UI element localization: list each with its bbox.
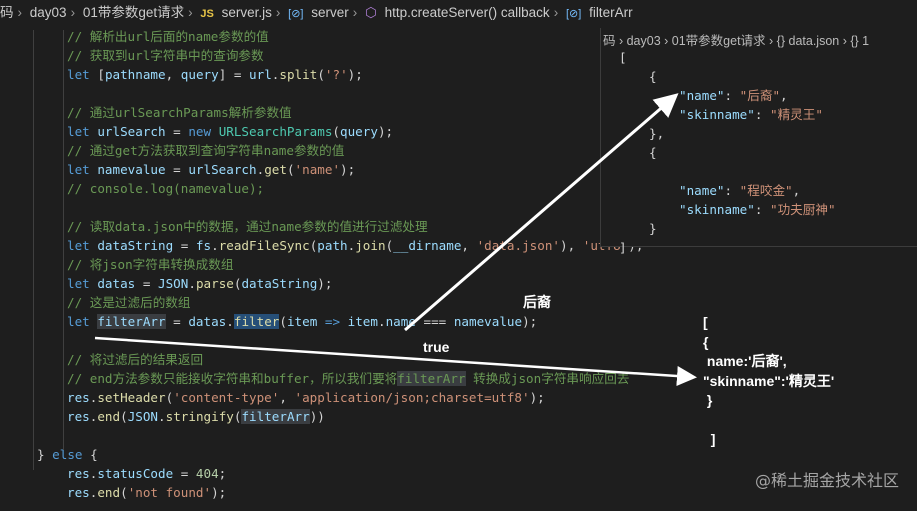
result-line: [: [703, 314, 708, 330]
arrow-to-result: [94, 336, 697, 387]
result-line: name:'后裔',: [703, 353, 787, 369]
result-line: }: [703, 392, 713, 408]
annotation-name-value: 后裔: [523, 294, 551, 310]
result-line: {: [703, 333, 709, 350]
watermark: @稀土掘金技术社区: [754, 471, 899, 490]
annotation-result: [ { name:'后裔', "skinname":'精灵王' } ]: [703, 313, 834, 450]
result-line: [703, 411, 834, 431]
result-line: ]: [703, 431, 716, 447]
result-line: "skinname":'精灵王': [703, 372, 835, 389]
annotation-true: true: [423, 339, 450, 355]
